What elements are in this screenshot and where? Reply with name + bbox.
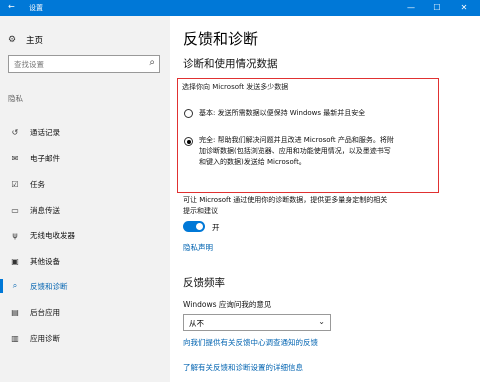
sidebar-item-label: 消息传送 (30, 205, 60, 215)
sidebar-item-label: 应用诊断 (30, 333, 60, 343)
sidebar: ⚙ 主页 查找设置 ⌕ 隐私 ↺ 通话记录 ✉ 电子邮件 ☑ 任务 ▭ 消息传送… (0, 16, 170, 382)
app-diagnostics-icon: ▥ (11, 333, 19, 343)
radio-full[interactable] (184, 137, 193, 146)
toggle-state-label: 开 (212, 223, 220, 232)
data-question: 选择你向 Microsoft 发送多少数据 (182, 83, 289, 91)
tailored-text-line-2: 提示和建议 (183, 207, 218, 215)
sidebar-item-email[interactable]: ✉ 电子邮件 (0, 148, 170, 168)
page-title: 反馈和诊断 (183, 30, 259, 48)
background-apps-icon: ▤ (11, 307, 19, 317)
sidebar-item-radios[interactable]: ψ 无线电收发器 (0, 225, 170, 245)
sidebar-item-label: 任务 (30, 179, 45, 189)
tailored-text-line-1: 可让 Microsoft 通过使用你的诊断数据，提供更多量身定制的相关 (183, 196, 388, 204)
sidebar-item-label: 后台应用 (30, 307, 60, 317)
frequency-selected-value: 从不 (189, 319, 204, 328)
main-content: 反馈和诊断 诊断和使用情况数据 选择你向 Microsoft 发送多少数据 基本… (170, 16, 480, 382)
message-icon: ▭ (11, 205, 19, 215)
section-title-diagnostics: 诊断和使用情况数据 (183, 58, 278, 70)
maximize-button[interactable]: ☐ (425, 0, 449, 16)
devices-icon: ▣ (11, 256, 19, 266)
active-indicator (0, 279, 3, 293)
search-box[interactable]: 查找设置 ⌕ (8, 55, 160, 73)
search-icon[interactable]: ⌕ (149, 57, 155, 68)
privacy-statement-link[interactable]: 隐私声明 (183, 242, 213, 253)
sidebar-item-feedback-diagnostics[interactable]: ⌕ 反馈和诊断 (0, 276, 170, 296)
phone-log-icon: ↺ (11, 127, 19, 137)
section-label-privacy: 隐私 (8, 94, 23, 103)
sidebar-item-label: 反馈和诊断 (30, 281, 68, 291)
home-label: 主页 (26, 36, 44, 46)
close-button[interactable]: ✕ (452, 0, 476, 16)
chevron-down-icon: ⌄ (318, 317, 325, 326)
option-full-line-3: 和键入的数据)发送给 Microsoft。 (199, 158, 306, 166)
sidebar-item-label: 电子邮件 (30, 153, 60, 163)
sidebar-item-messaging[interactable]: ▭ 消息传送 (0, 200, 170, 220)
search-input[interactable]: 查找设置 (14, 59, 44, 70)
frequency-select[interactable]: 从不 ⌄ (183, 314, 331, 331)
sidebar-item-background-apps[interactable]: ▤ 后台应用 (0, 302, 170, 322)
section-title-feedback-frequency: 反馈频率 (183, 277, 225, 289)
option-full-line-1: 完全: 帮助我们解决问题并且改进 Microsoft 产品和服务。将附 (199, 136, 394, 144)
mail-icon: ✉ (11, 153, 19, 163)
sidebar-item-call-history[interactable]: ↺ 通话记录 (0, 122, 170, 142)
option-basic-label: 基本: 发送所需数据以便保持 Windows 最新并且安全 (199, 109, 366, 117)
window-title: 设置 (29, 4, 43, 12)
feedback-hub-notifications-link[interactable]: 向我们提供有关反馈中心调查通知的反馈 (183, 337, 318, 348)
frequency-label: Windows 应询问我的意见 (183, 300, 272, 309)
sidebar-item-other-devices[interactable]: ▣ 其他设备 (0, 251, 170, 271)
learn-more-link[interactable]: 了解有关反馈和诊断设置的详细信息 (183, 362, 303, 373)
home-nav-item[interactable]: ⚙ 主页 (8, 34, 43, 46)
sidebar-item-label: 通话记录 (30, 127, 60, 137)
back-arrow-icon[interactable]: ← (8, 2, 15, 11)
sidebar-item-label: 无线电收发器 (30, 230, 75, 240)
sidebar-item-label: 其他设备 (30, 256, 60, 266)
option-full-line-2: 加诊断数据(包括浏览器、应用和功能使用情况，以及墨迹书写 (199, 147, 391, 155)
sidebar-item-app-diagnostics[interactable]: ▥ 应用诊断 (0, 328, 170, 348)
radio-icon: ψ (12, 230, 18, 240)
minimize-button[interactable]: — (399, 0, 423, 16)
gear-icon: ⚙ (8, 35, 17, 45)
tailored-experiences-toggle[interactable] (183, 221, 205, 232)
title-bar: ← 设置 — ☐ ✕ (0, 0, 480, 16)
feedback-icon: ⌕ (12, 281, 18, 290)
radio-basic[interactable] (184, 109, 193, 118)
sidebar-item-tasks[interactable]: ☑ 任务 (0, 174, 170, 194)
tasks-icon: ☑ (11, 179, 19, 189)
